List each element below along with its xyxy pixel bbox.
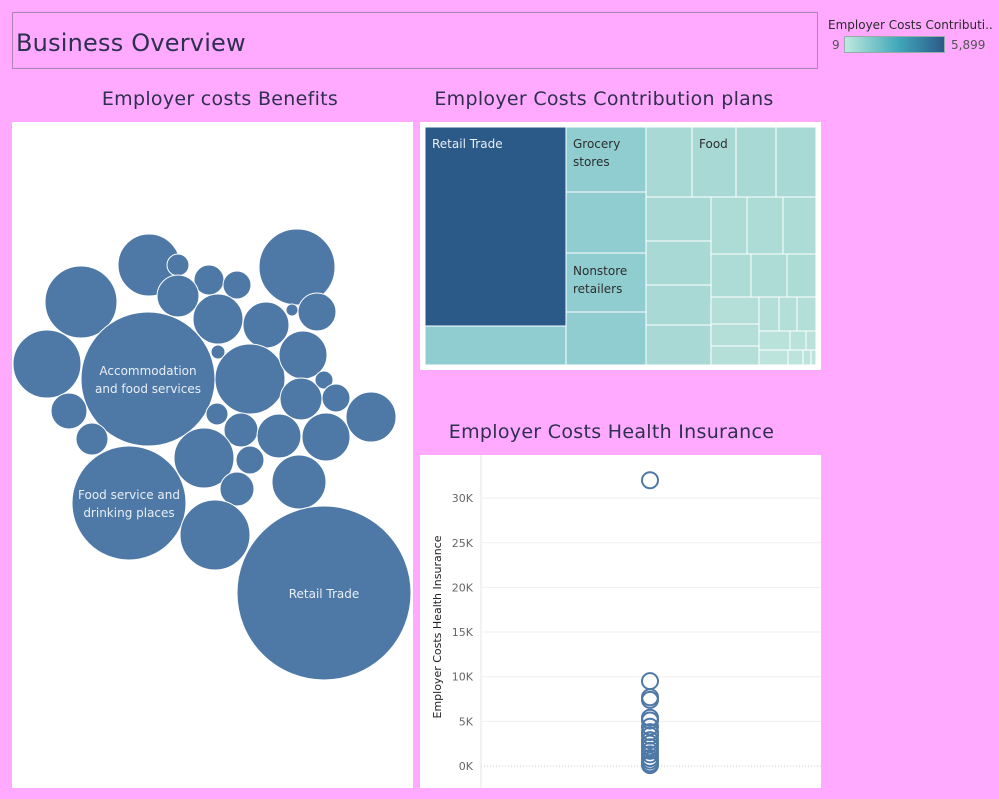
treemap-label-nonstore-1: Nonstore xyxy=(573,264,627,278)
treemap-tile[interactable] xyxy=(710,296,760,325)
contribution-chart-title: Employer Costs Contribution plans xyxy=(434,88,774,110)
bubble-mark[interactable] xyxy=(156,274,200,318)
bubble-mark[interactable] xyxy=(271,454,327,510)
bubble-mark[interactable] xyxy=(219,471,255,507)
treemap-tile[interactable] xyxy=(805,330,817,351)
treemap-tile[interactable] xyxy=(758,296,780,332)
treemap-tile[interactable] xyxy=(758,349,789,366)
bubble-mark[interactable] xyxy=(258,228,336,306)
dashboard-title: Business Overview xyxy=(16,29,246,57)
treemap-tile[interactable] xyxy=(710,196,748,255)
bubble-mark[interactable] xyxy=(279,377,323,421)
treemap-label-grocery-1: Grocery xyxy=(573,137,620,151)
bubble-label-accommodation-1: Accommodation xyxy=(99,364,196,378)
treemap-tile[interactable] xyxy=(645,196,712,242)
scatter-point[interactable] xyxy=(641,471,659,490)
bubble-mark[interactable] xyxy=(235,445,265,475)
health-scatter-panel: 0K 5K 10K 15K 20K 25K 30K Employer Costs Healt… xyxy=(420,455,821,788)
bubble-mark[interactable] xyxy=(345,391,397,443)
health-scatter-chart: 0K 5K 10K 15K 20K 25K 30K Employer Costs Healt… xyxy=(431,455,821,788)
bubble-mark[interactable] xyxy=(285,303,299,317)
treemap-tile[interactable] xyxy=(796,296,817,332)
bubble-mark[interactable] xyxy=(192,293,244,345)
treemap-tile[interactable] xyxy=(645,284,712,326)
benefits-bubble-panel: Accommodation and food services Food ser… xyxy=(12,122,413,788)
treemap-tile[interactable] xyxy=(710,345,760,366)
bubble-label-accommodation-2: and food services xyxy=(95,382,201,396)
treemap-label-nonstore-2: retailers xyxy=(573,282,622,296)
treemap-tile[interactable] xyxy=(782,196,817,255)
bubble-mark[interactable] xyxy=(179,499,251,571)
bubble-mark[interactable] xyxy=(301,412,351,462)
y-tick-label: 15K xyxy=(452,626,474,639)
treemap-tile[interactable] xyxy=(645,240,712,286)
health-chart-title: Employer Costs Health Insurance xyxy=(448,421,775,443)
contribution-treemap: Retail Trade Grocery stores Nonstore ret… xyxy=(424,126,817,366)
health-y-axis-label: Employer Costs Health Insurance xyxy=(431,535,444,718)
benefits-bubble-chart: Accommodation and food services Food ser… xyxy=(12,228,412,681)
y-tick-label: 20K xyxy=(452,581,474,594)
y-tick-label: 5K xyxy=(459,715,474,728)
bubble-label-retail: Retail Trade xyxy=(289,587,360,601)
treemap-tile[interactable] xyxy=(775,126,817,198)
legend-max-value: 5,899 xyxy=(951,38,986,52)
treemap-label-food: Food xyxy=(699,137,728,151)
treemap-tile[interactable] xyxy=(710,253,752,298)
bubble-mark[interactable] xyxy=(166,253,190,277)
treemap-tile[interactable] xyxy=(645,126,693,198)
y-tick-label: 30K xyxy=(452,492,474,505)
legend-min-value: 9 xyxy=(832,38,840,52)
treemap-tile[interactable] xyxy=(802,349,812,366)
contribution-treemap-panel: Retail Trade Grocery stores Nonstore ret… xyxy=(420,122,821,370)
treemap-tile[interactable] xyxy=(789,330,807,351)
bubble-label-food-service-2: drinking places xyxy=(83,506,174,520)
treemap-tile[interactable] xyxy=(645,324,712,366)
y-tick-label: 25K xyxy=(452,537,474,550)
benefits-chart-title: Employer costs Benefits xyxy=(101,88,339,110)
legend-title: Employer Costs Contributi.. xyxy=(828,18,993,32)
treemap-tile[interactable] xyxy=(710,323,760,347)
treemap-tile[interactable] xyxy=(565,191,647,254)
y-tick-label: 10K xyxy=(452,671,474,684)
bubble-mark[interactable] xyxy=(205,402,229,426)
treemap-tile[interactable] xyxy=(810,349,817,366)
treemap-tile[interactable] xyxy=(735,126,777,198)
bubble-mark[interactable] xyxy=(50,392,88,430)
bubble-mark[interactable] xyxy=(242,301,290,349)
bubble-mark[interactable] xyxy=(297,292,337,332)
bubble-label-food-service-1: Food service and xyxy=(78,488,180,502)
y-tick-label: 0K xyxy=(459,760,474,773)
treemap-tile[interactable] xyxy=(786,253,817,298)
bubble-mark[interactable] xyxy=(75,422,109,456)
bubble-mark[interactable] xyxy=(256,413,302,459)
bubble-mark[interactable] xyxy=(222,270,252,300)
dashboard-title-box: Business Overview xyxy=(12,12,818,69)
treemap-label-retail: Retail Trade xyxy=(432,137,503,151)
treemap-tile[interactable] xyxy=(778,296,798,332)
treemap-tile[interactable] xyxy=(424,126,567,327)
legend-color-ramp xyxy=(844,36,945,53)
bubble-mark[interactable] xyxy=(214,343,286,415)
scatter-point[interactable] xyxy=(641,672,659,691)
treemap-tile[interactable] xyxy=(424,325,567,366)
treemap-label-grocery-2: stores xyxy=(573,155,610,169)
treemap-tile[interactable] xyxy=(565,311,647,366)
treemap-tile[interactable] xyxy=(787,349,804,366)
color-legend[interactable]: Employer Costs Contributi.. 9 5,899 xyxy=(828,18,996,58)
treemap-tile[interactable] xyxy=(758,330,791,351)
bubble-mark[interactable] xyxy=(12,329,82,399)
treemap-tile[interactable] xyxy=(750,253,788,298)
treemap-tile[interactable] xyxy=(746,196,784,255)
bubble-mark[interactable] xyxy=(321,383,351,413)
bubble-mark[interactable] xyxy=(71,445,187,561)
